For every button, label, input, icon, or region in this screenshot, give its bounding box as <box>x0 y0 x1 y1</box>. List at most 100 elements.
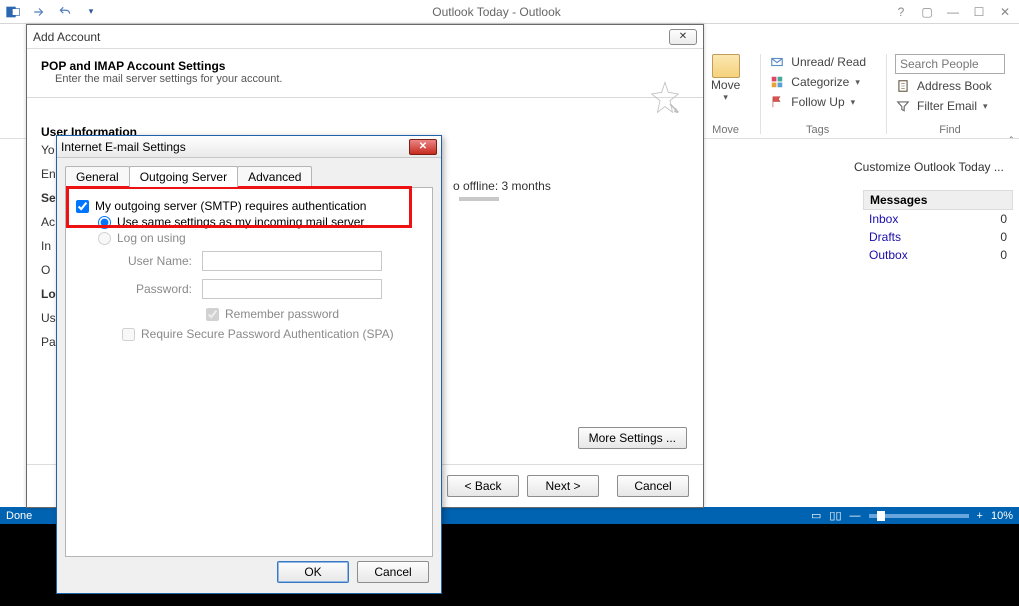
remember-password-label: Remember password <box>225 307 339 321</box>
spa-checkbox[interactable] <box>122 328 135 341</box>
categorize-button[interactable]: Categorize ▾ <box>769 74 866 90</box>
close-icon[interactable]: ✕ <box>997 5 1013 19</box>
minimize-icon[interactable]: — <box>945 5 961 19</box>
address-book-label: Address Book <box>917 79 992 93</box>
chevron-down-icon: ▾ <box>855 77 860 88</box>
back-button[interactable]: < Back <box>447 475 519 497</box>
dialog-close-button[interactable]: ✕ <box>409 139 437 155</box>
remember-password-checkbox[interactable] <box>206 308 219 321</box>
address-book-icon <box>895 78 911 94</box>
logon-using-radio[interactable] <box>98 232 111 245</box>
send-receive-icon[interactable] <box>30 3 48 21</box>
filter-email-label: Filter Email <box>917 99 977 113</box>
dialog-subheader: POP and IMAP Account Settings Enter the … <box>27 49 703 91</box>
outbox-label: Outbox <box>869 248 908 262</box>
dialog-title: Internet E-mail Settings <box>61 140 186 154</box>
maximize-icon[interactable]: ☐ <box>971 5 987 19</box>
chevron-down-icon: ▾ <box>851 97 856 108</box>
filter-email-button[interactable]: Filter Email ▾ <box>895 98 1005 114</box>
field-stub: O <box>41 263 56 277</box>
same-settings-label: Use same settings as my incoming mail se… <box>117 215 364 229</box>
offline-label: o offline: 3 months <box>453 179 551 193</box>
followup-label: Follow Up <box>791 95 844 109</box>
offline-slider[interactable] <box>459 197 499 201</box>
smtp-auth-option[interactable]: My outgoing server (SMTP) requires authe… <box>76 198 422 214</box>
window-controls: ? ▢ — ☐ ✕ <box>893 5 1019 19</box>
field-stub: Pa <box>41 335 56 349</box>
field-stub: Ac <box>41 215 56 229</box>
spa-label: Require Secure Password Authentication (… <box>141 327 394 341</box>
categories-icon <box>769 74 785 90</box>
unread-read-label: Unread/ Read <box>791 55 866 69</box>
tab-advanced[interactable]: Advanced <box>237 166 312 187</box>
outbox-count: 0 <box>1000 248 1007 262</box>
wizard-star-icon <box>645 79 685 126</box>
move-label: Move <box>711 78 740 92</box>
tab-outgoing-server[interactable]: Outgoing Server <box>129 166 238 187</box>
drafts-row[interactable]: Drafts 0 <box>863 228 1013 246</box>
inbox-count: 0 <box>1000 212 1007 226</box>
ok-button[interactable]: OK <box>277 561 349 583</box>
customize-outlook-link[interactable]: Customize Outlook Today ... <box>854 160 1009 174</box>
ribbon-display-icon[interactable]: ▢ <box>919 5 935 19</box>
tab-general[interactable]: General <box>65 166 130 187</box>
qat-dropdown-icon[interactable]: ▾ <box>82 3 100 21</box>
ribbon: Move ▾ Move Unread/ Read Categorize <box>703 54 1013 134</box>
separator <box>27 97 703 98</box>
logon-using-option[interactable]: Log on using <box>98 230 422 246</box>
cancel-button[interactable]: Cancel <box>357 561 429 583</box>
drafts-count: 0 <box>1000 230 1007 244</box>
move-button[interactable]: Move ▾ <box>711 54 740 103</box>
wizard-buttons: < Back Next > Cancel <box>447 475 689 497</box>
field-stub: Lo <box>41 287 56 301</box>
smtp-auth-label: My outgoing server (SMTP) requires authe… <box>95 199 366 213</box>
logon-using-label: Log on using <box>117 231 186 245</box>
outlook-icon <box>4 3 22 21</box>
username-input[interactable] <box>202 251 382 271</box>
same-settings-radio[interactable] <box>98 216 111 229</box>
messages-panel: Messages Inbox 0 Drafts 0 Outbox 0 <box>863 190 1013 264</box>
collapse-ribbon-icon[interactable]: ˆ <box>1010 136 1013 147</box>
same-settings-option[interactable]: Use same settings as my incoming mail se… <box>98 214 422 230</box>
dialog-buttons: OK Cancel <box>277 561 429 583</box>
titlebar: ▾ Outlook Today - Outlook ? ▢ — ☐ ✕ <box>0 0 1019 24</box>
password-label: Password: <box>122 282 192 296</box>
categorize-label: Categorize <box>791 75 849 89</box>
filter-icon <box>895 98 911 114</box>
dialog-subtext: Enter the mail server settings for your … <box>41 73 689 85</box>
next-button[interactable]: Next > <box>527 475 599 497</box>
drafts-label: Drafts <box>869 230 901 244</box>
smtp-auth-checkbox[interactable] <box>76 200 89 213</box>
outbox-row[interactable]: Outbox 0 <box>863 246 1013 264</box>
view-reading-icon[interactable]: ▯▯ <box>829 509 841 522</box>
cancel-button[interactable]: Cancel <box>617 475 689 497</box>
view-normal-icon[interactable]: ▭ <box>811 509 821 522</box>
zoom-in-icon[interactable]: + <box>977 510 983 522</box>
chevron-down-icon: ▾ <box>723 92 728 103</box>
password-input[interactable] <box>202 279 382 299</box>
followup-button[interactable]: Follow Up ▾ <box>769 94 866 110</box>
undo-icon[interactable] <box>56 3 74 21</box>
inbox-row[interactable]: Inbox 0 <box>863 210 1013 228</box>
field-stub: En <box>41 167 56 181</box>
group-caption-move: Move <box>703 124 748 136</box>
username-label: User Name: <box>122 254 192 268</box>
dialog-close-button[interactable]: ✕ <box>669 29 697 45</box>
help-icon[interactable]: ? <box>893 5 909 19</box>
search-people-input[interactable]: Search People <box>895 54 1005 74</box>
cut-field-labels: Yo En Se Ac In O Lo Us Pa <box>41 143 56 349</box>
chevron-down-icon: ▾ <box>983 101 988 112</box>
unread-read-button[interactable]: Unread/ Read <box>769 54 866 70</box>
zoom-value: 10% <box>991 510 1013 522</box>
field-stub: Yo <box>41 143 56 157</box>
address-book-button[interactable]: Address Book <box>895 78 1005 94</box>
ribbon-group-tags: Unread/ Read Categorize ▾ Follow Up ▾ <box>760 54 874 134</box>
zoom-out-icon[interactable]: — <box>850 510 861 522</box>
dialog-heading: POP and IMAP Account Settings <box>41 59 689 73</box>
more-settings-button[interactable]: More Settings ... <box>578 427 687 449</box>
field-stub: Us <box>41 311 56 325</box>
zoom-slider[interactable] <box>869 514 969 518</box>
group-caption-tags: Tags <box>761 124 874 136</box>
ribbon-group-move: Move ▾ Move <box>703 54 748 134</box>
window-title: Outlook Today - Outlook <box>100 5 893 19</box>
